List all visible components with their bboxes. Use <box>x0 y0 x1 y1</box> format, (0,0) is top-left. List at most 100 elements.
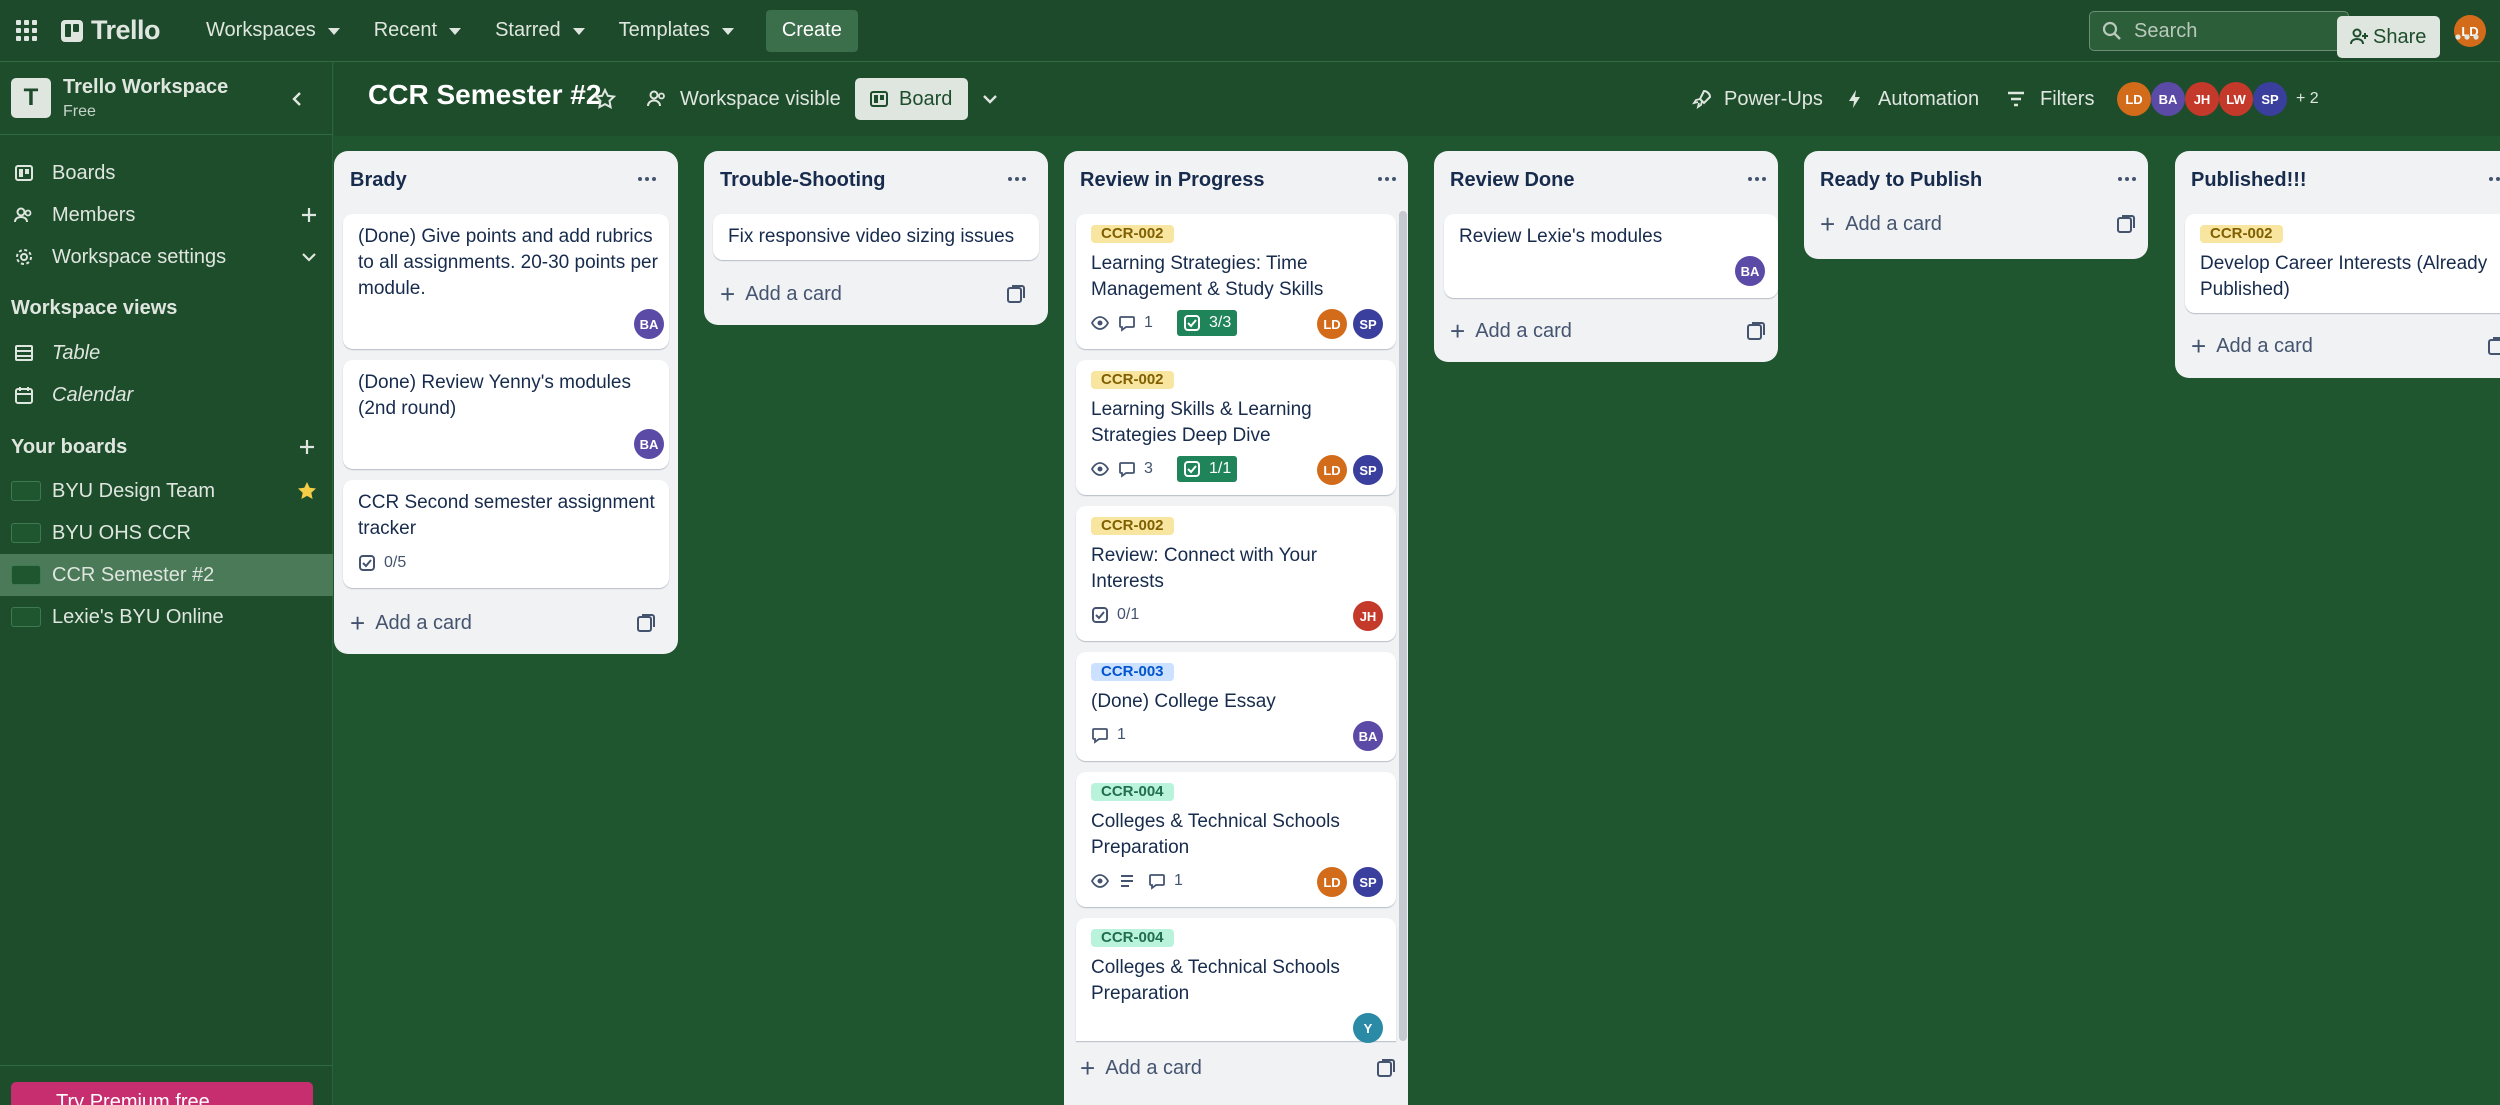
add-card-button[interactable]: + Add a card <box>720 275 842 313</box>
card-member-avatar[interactable]: SP <box>1353 309 1383 339</box>
list-title[interactable]: Trouble-Shooting <box>720 169 886 192</box>
member-avatar[interactable]: SP <box>2253 82 2287 116</box>
list-review-done: Review Done Review Lexie's modules BA + … <box>1434 151 1778 362</box>
card[interactable]: Review Lexie's modules BA <box>1444 214 1778 298</box>
card[interactable]: Fix responsive video sizing issues <box>713 214 1039 260</box>
list-scrollbar[interactable] <box>1399 211 1407 1041</box>
workspaces-menu[interactable]: Workspaces <box>190 10 356 52</box>
add-member-icon[interactable] <box>298 204 320 226</box>
starred-star-icon[interactable] <box>296 480 318 502</box>
card-template-icon[interactable] <box>1746 321 1766 341</box>
card[interactable]: CCR Second semester assignment tracker 0… <box>343 480 669 588</box>
more-options-icon[interactable] <box>2452 24 2482 50</box>
filters-button[interactable]: Filters <box>2006 78 2094 120</box>
card-member-avatar[interactable]: JH <box>1353 601 1383 631</box>
card-member-avatar[interactable]: LD <box>1317 867 1347 897</box>
list-title[interactable]: Ready to Publish <box>1820 169 1982 192</box>
card-member-avatar[interactable]: SP <box>1353 867 1383 897</box>
sidebar-board-ccr-semester-2[interactable]: CCR Semester #2 <box>0 554 333 596</box>
visibility-button[interactable]: Workspace visible <box>646 78 841 120</box>
card-template-icon[interactable] <box>1376 1058 1396 1078</box>
card[interactable]: CCR-002 Learning Skills & Learning Strat… <box>1076 360 1396 495</box>
share-button[interactable]: Share <box>2337 16 2440 58</box>
collapse-sidebar-icon[interactable] <box>286 88 308 110</box>
card[interactable]: CCR-004 Colleges & Technical Schools Pre… <box>1076 918 1396 1043</box>
sidebar-board-lexies-byu-online[interactable]: Lexie's BYU Online <box>0 596 333 638</box>
sidebar-item-calendar[interactable]: Calendar <box>0 375 333 415</box>
card-member-avatar[interactable]: Y <box>1353 1013 1383 1043</box>
card[interactable]: CCR-003 (Done) College Essay 1 BA <box>1076 652 1396 761</box>
list-title[interactable]: Published!!! <box>2191 169 2307 192</box>
workspace-name[interactable]: Trello Workspace <box>63 76 228 99</box>
extra-members-count[interactable]: + 2 <box>2296 90 2319 108</box>
list-menu-icon[interactable] <box>1376 173 1398 185</box>
workspace-views-heading: Workspace views <box>11 297 178 319</box>
card-member-avatar[interactable]: BA <box>634 309 664 339</box>
list-title[interactable]: Review Done <box>1450 169 1574 192</box>
create-button[interactable]: Create <box>765 9 858 52</box>
list-menu-icon[interactable] <box>2487 173 2500 185</box>
app-switcher-icon[interactable] <box>13 18 39 44</box>
sidebar-item-label: Members <box>52 203 136 226</box>
sidebar-board-byu-ohs-ccr[interactable]: BYU OHS CCR <box>0 512 333 554</box>
card[interactable]: CCR-002 Develop Career Interests (Alread… <box>2185 214 2500 313</box>
automation-button[interactable]: Automation <box>1846 78 1979 120</box>
card-member-avatar[interactable]: BA <box>1735 256 1765 286</box>
people-icon <box>647 90 665 107</box>
star-board-icon[interactable] <box>593 87 617 111</box>
workspace-badge[interactable]: T <box>11 78 51 118</box>
power-ups-button[interactable]: Power-Ups <box>1692 78 1823 120</box>
chevron-down-icon[interactable] <box>298 246 320 268</box>
card-template-icon[interactable] <box>2487 336 2500 356</box>
member-avatar[interactable]: JH <box>2185 82 2219 116</box>
board-view-button[interactable]: Board <box>855 78 969 120</box>
card-template-icon[interactable] <box>2116 214 2136 234</box>
card-title: Review Lexie's modules <box>1459 226 1663 247</box>
recent-menu[interactable]: Recent <box>358 10 477 52</box>
member-avatar[interactable]: LW <box>2219 82 2253 116</box>
list-menu-icon[interactable] <box>2116 173 2138 185</box>
templates-menu[interactable]: Templates <box>603 10 750 52</box>
starred-menu[interactable]: Starred <box>479 10 601 52</box>
add-card-button[interactable]: + Add a card <box>1080 1049 1202 1087</box>
card[interactable]: (Done) Review Yenny's modules (2nd round… <box>343 360 669 469</box>
sidebar-item-boards[interactable]: Boards <box>0 153 333 193</box>
card-member-avatar[interactable]: BA <box>1353 721 1383 751</box>
add-card-button[interactable]: + Add a card <box>350 604 472 642</box>
card[interactable]: CCR-004 Colleges & Technical Schools Pre… <box>1076 772 1396 907</box>
trello-logo[interactable]: Trello <box>61 15 161 46</box>
list-title[interactable]: Brady <box>350 169 407 192</box>
card-member-avatar[interactable]: SP <box>1353 455 1383 485</box>
add-card-button[interactable]: + Add a card <box>1450 312 1572 350</box>
sidebar-item-workspace-settings[interactable]: Workspace settings <box>0 237 333 277</box>
card-template-icon[interactable] <box>636 613 656 633</box>
chevron-down-icon <box>327 28 340 35</box>
member-avatar[interactable]: LD <box>2117 82 2151 116</box>
card-member-avatar[interactable]: LD <box>1317 309 1347 339</box>
search-input[interactable]: Search <box>2089 11 2349 51</box>
card[interactable]: CCR-002 Review: Connect with Your Intere… <box>1076 506 1396 641</box>
card-member-avatar[interactable]: BA <box>634 429 664 459</box>
add-card-button[interactable]: + Add a card <box>1820 205 1942 243</box>
board-title[interactable]: CCR Semester #2 <box>368 79 601 111</box>
sidebar-board-byu-design-team[interactable]: BYU Design Team <box>0 470 333 512</box>
sidebar-item-members[interactable]: Members <box>0 195 333 235</box>
add-board-icon[interactable] <box>296 436 318 458</box>
card[interactable]: (Done) Give points and add rubrics to al… <box>343 214 669 349</box>
list-published: Published!!! CCR-002 Develop Career Inte… <box>2175 151 2500 378</box>
list-title[interactable]: Review in Progress <box>1080 169 1265 192</box>
divider <box>0 1065 333 1066</box>
try-premium-button[interactable]: Try Premium free <box>11 1082 313 1105</box>
sidebar-item-table[interactable]: Table <box>0 333 333 373</box>
card-template-icon[interactable] <box>1006 284 1026 304</box>
list-ready-to-publish: Ready to Publish + Add a card <box>1804 151 2148 259</box>
list-menu-icon[interactable] <box>636 173 658 185</box>
add-card-button[interactable]: + Add a card <box>2191 327 2313 365</box>
card-member-avatar[interactable]: LD <box>1317 455 1347 485</box>
card-title: Review: Connect with Your Interests <box>1091 545 1318 592</box>
list-menu-icon[interactable] <box>1006 173 1028 185</box>
list-menu-icon[interactable] <box>1746 173 1768 185</box>
card[interactable]: CCR-002 Learning Strategies: Time Manage… <box>1076 214 1396 349</box>
customize-views-chevron-icon[interactable] <box>978 87 1002 111</box>
member-avatar[interactable]: BA <box>2151 82 2185 116</box>
